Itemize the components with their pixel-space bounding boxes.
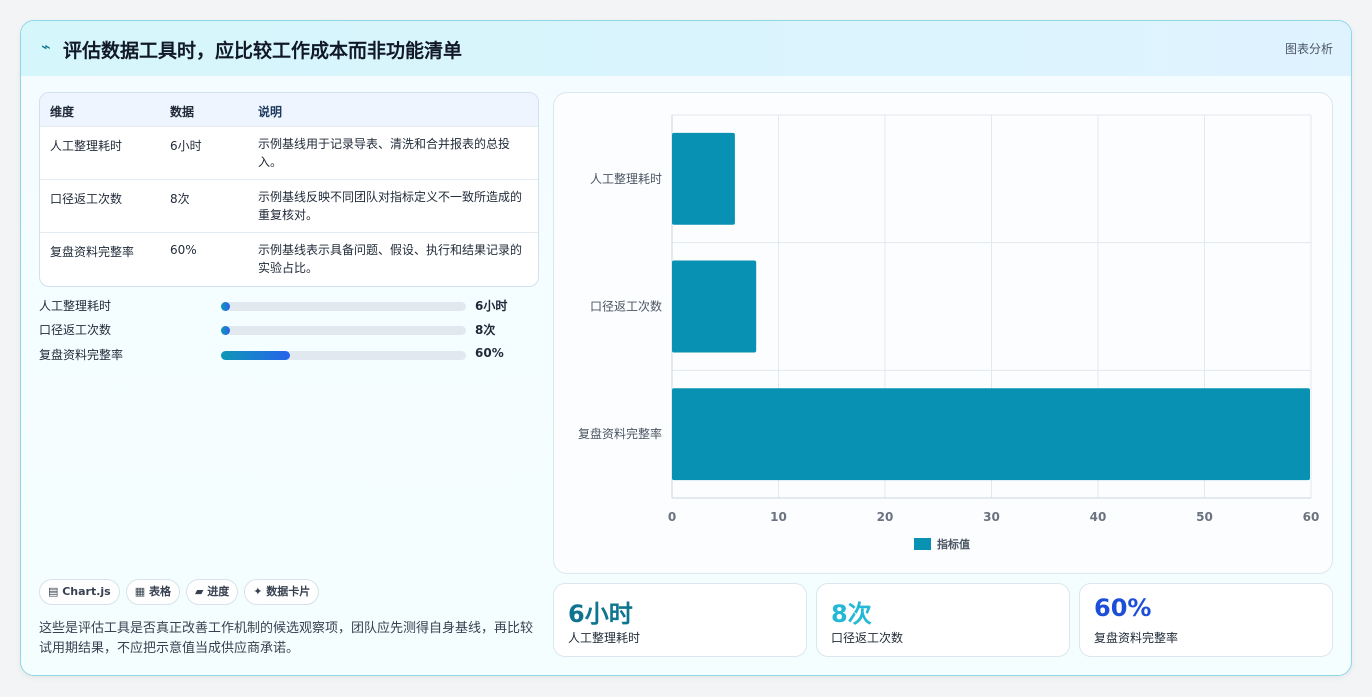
kpi-label: 人工整理耗时 xyxy=(568,631,641,645)
table-cell-note: 示例基线反映不同团队对指标定义不一致所造成的重复核对。 xyxy=(258,190,523,222)
x-tick-label: 10 xyxy=(770,510,787,524)
progress-fill xyxy=(221,351,290,360)
table-cell-data: 60% xyxy=(170,243,197,257)
bar-chart: 人工整理耗时口径返工次数复盘资料完整率 0 10 20 30 40 50 60 指标值 xyxy=(578,114,1320,551)
table-row: 人工整理耗时 6小时 示例基线用于记录导表、清洗和合并报表的总投入。 xyxy=(40,126,538,180)
kpi-value: 60% xyxy=(1094,594,1152,622)
x-tick-label: 60 xyxy=(1303,510,1320,524)
description-text: 这些是评估工具是否真正改善工作机制的候选观察项，团队应先测得自身基线，再比较试用… xyxy=(39,621,534,656)
progress-label: 复盘资料完整率 xyxy=(39,348,124,362)
data-card-chip[interactable]: ✦ 数据卡片 xyxy=(244,579,320,605)
chartjs-chip[interactable]: ▤ Chart.js xyxy=(39,579,120,605)
y-tick-label: 口径返工次数 xyxy=(590,299,662,314)
kpi-card: 6小时 人工整理耗时 xyxy=(553,583,807,657)
kpi-card: 60% 复盘资料完整率 xyxy=(1079,583,1333,657)
kpi-value: 8次 xyxy=(831,600,872,628)
table-chip[interactable]: ▦ 表格 xyxy=(125,579,180,605)
y-tick-label: 人工整理耗时 xyxy=(590,171,662,186)
x-tick-label: 40 xyxy=(1090,510,1107,524)
bar xyxy=(672,260,757,353)
data-table: 维度 数据 说明 人工整理耗时 6小时 示例基线用于记录导表、清洗和合并报表的总… xyxy=(39,92,539,287)
progress-track xyxy=(221,326,466,335)
progress-fill xyxy=(221,326,230,335)
column-header-data: 数据 xyxy=(170,105,195,119)
table-cell-data: 6小时 xyxy=(170,139,202,153)
progress-label: 人工整理耗时 xyxy=(39,299,112,313)
y-tick-label: 复盘资料完整率 xyxy=(578,426,662,441)
x-tick-label: 50 xyxy=(1196,510,1213,524)
bar xyxy=(672,388,1310,481)
x-tick-label: 0 xyxy=(668,510,676,524)
table-cell-note: 示例基线用于记录导表、清洗和合并报表的总投入。 xyxy=(258,137,511,169)
legend-swatch xyxy=(914,538,931,550)
progress-fill xyxy=(221,302,230,311)
kpi-value: 6小时 xyxy=(568,600,633,628)
report-card: ⌁ 评估数据工具时，应比较工作成本而非功能清单 图表分析 维度 数据 说明 人工… xyxy=(20,20,1352,676)
column-header-dimension: 维度 xyxy=(50,105,75,119)
table-cell-note: 示例基线表示具备问题、假设、执行和结果记录的实验占比。 xyxy=(258,243,523,275)
progress-label: 口径返工次数 xyxy=(39,323,112,337)
x-tick-label: 30 xyxy=(983,510,1000,524)
table-header-row: 维度 数据 说明 xyxy=(40,93,538,126)
sparkline-icon: ⌁ xyxy=(41,37,51,56)
legend-label: 指标值 xyxy=(937,537,970,551)
table-cell-dimension: 人工整理耗时 xyxy=(50,139,123,153)
progress-track xyxy=(221,302,466,311)
table-cell-dimension: 口径返工次数 xyxy=(50,192,123,206)
progress-row: 复盘资料完整率 60% xyxy=(39,346,539,364)
card-header: ⌁ 评估数据工具时，应比较工作成本而非功能清单 图表分析 xyxy=(21,21,1351,76)
chart-panel: 人工整理耗时 口径返工次数复盘资料完整率 0 10 20 30 40 50 60 指标值 xyxy=(553,92,1333,574)
page-title: 评估数据工具时，应比较工作成本而非功能清单 xyxy=(63,40,463,62)
table-cell-data: 8次 xyxy=(170,192,190,206)
x-tick-label: 20 xyxy=(877,510,894,524)
kpi-label: 复盘资料完整率 xyxy=(1094,631,1179,645)
table-row: 复盘资料完整率 60% 示例基线表示具备问题、假设、执行和结果记录的实验占比。 xyxy=(40,232,538,286)
chip-list: ▤ Chart.js ▦ 表格 ▰ 进度 ✦ 数据卡片 xyxy=(39,579,325,605)
kpi-label: 口径返工次数 xyxy=(831,631,904,645)
bar xyxy=(672,132,735,225)
chart-analysis-tag: 图表分析 xyxy=(1284,42,1333,56)
progress-value: 60% xyxy=(475,346,504,360)
column-header-note: 说明 xyxy=(258,105,283,119)
table-row: 口径返工次数 8次 示例基线反映不同团队对指标定义不一致所造成的重复核对。 xyxy=(40,179,538,233)
progress-row: 口径返工次数 8次 xyxy=(39,321,539,339)
kpi-card: 8次 口径返工次数 xyxy=(816,583,1070,657)
table-cell-dimension: 复盘资料完整率 xyxy=(50,245,135,259)
progress-track xyxy=(221,351,466,360)
progress-value: 6小时 xyxy=(475,299,508,313)
progress-value: 8次 xyxy=(475,323,496,337)
progress-chip[interactable]: ▰ 进度 xyxy=(185,579,239,605)
progress-row: 人工整理耗时 6小时 xyxy=(39,297,539,315)
